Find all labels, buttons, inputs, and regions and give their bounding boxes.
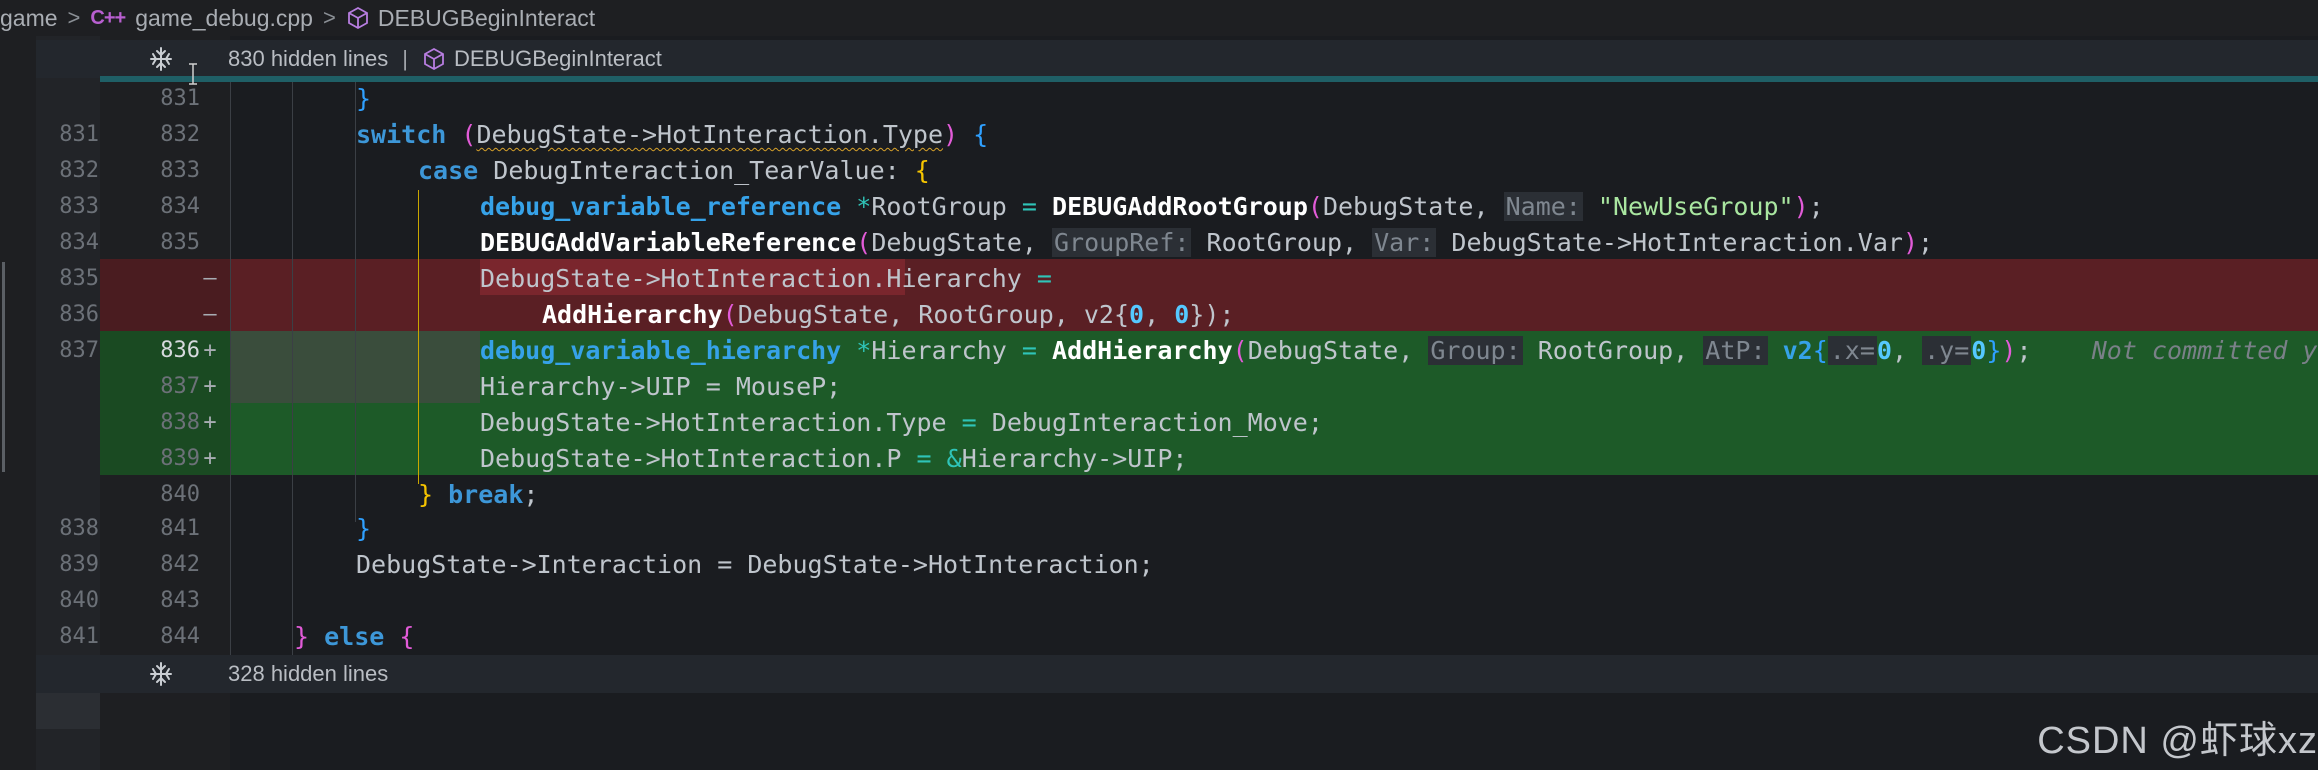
breadcrumb-game[interactable]: game [0, 5, 58, 32]
modified-line-number: 831 [160, 86, 200, 111]
original-line-number: 834 [59, 230, 99, 255]
inlay-hint: Group: [1428, 336, 1523, 365]
diff-add-marker: + [203, 374, 217, 399]
change-bar [2, 262, 5, 472]
fold-symbol[interactable]: DEBUGBeginInteract [454, 46, 662, 72]
indent-guide [292, 82, 293, 656]
original-line-number: 839 [59, 552, 99, 577]
indent-guide-active [418, 190, 419, 484]
code-line-added[interactable]: DebugState->HotInteraction.Type = DebugI… [480, 405, 1323, 440]
chevron-right-icon: > [322, 5, 336, 30]
modified-line-number: 844 [160, 624, 200, 649]
code-line[interactable]: DebugState->Interaction = DebugState->Ho… [356, 547, 1154, 582]
inlay-hint: GroupRef: [1052, 228, 1192, 257]
code-line[interactable]: } [356, 81, 371, 116]
modified-line-number: 838 [160, 410, 200, 435]
code-line-added[interactable]: Hierarchy->UIP = MouseP; [480, 369, 841, 404]
inlay-hint: Name: [1503, 192, 1583, 221]
original-line-number: 831 [59, 122, 99, 147]
diff-remove-marker: — [203, 266, 217, 291]
cpp-file-icon: C++ [90, 6, 126, 29]
modified-line-number: 841 [160, 516, 200, 541]
code-line-removed[interactable]: AddHierarchy(DebugState, RootGroup, v2{0… [542, 297, 1234, 332]
code-line[interactable]: } else { [294, 619, 414, 654]
original-line-number: 833 [59, 194, 99, 219]
diff-remove-marker: — [203, 302, 217, 327]
watermark: CSDN @虾球xz [2037, 720, 2318, 762]
original-line-number: 841 [59, 624, 99, 649]
code-line[interactable]: } [356, 511, 371, 546]
original-line-number: 838 [59, 516, 99, 541]
code-line[interactable]: DEBUGAddVariableReference(DebugState, Gr… [480, 225, 1933, 260]
code-line-added[interactable]: debug_variable_hierarchy *Hierarchy = Ad… [480, 333, 2318, 368]
diff-add-marker: + [203, 410, 217, 435]
code-line[interactable]: } break; [418, 477, 538, 512]
gutter-block [36, 693, 100, 729]
code-line-added[interactable]: DebugState->HotInteraction.P = &Hierarch… [480, 441, 1187, 476]
unfold-icon[interactable] [148, 46, 174, 72]
modified-line-number: 832 [160, 122, 200, 147]
inlay-hint: Var: [1372, 228, 1437, 257]
breadcrumb: game > C++ game_debug.cpp > DEBUGBeginIn… [0, 0, 2318, 36]
code-line[interactable]: case DebugInteraction_TearValue: { [418, 153, 930, 188]
chevron-right-icon: > [67, 5, 81, 30]
unfold-icon[interactable] [148, 661, 174, 687]
original-line-number: 832 [59, 158, 99, 183]
code-line[interactable]: debug_variable_reference *RootGroup = DE… [480, 189, 1824, 224]
breadcrumb-symbol[interactable]: DEBUGBeginInteract [346, 5, 595, 32]
hidden-lines-count[interactable]: 830 hidden lines [228, 46, 388, 72]
modified-line-number: 839 [160, 446, 200, 471]
modified-line-number: 836 [160, 338, 200, 363]
original-line-number: 837 [59, 338, 99, 363]
hidden-lines-fold-bottom[interactable]: 328 hidden lines [36, 655, 2318, 693]
hidden-lines-fold-top[interactable]: 830 hidden lines | DEBUGBeginInteract [36, 40, 2318, 78]
original-line-number: 836 [59, 302, 99, 327]
code-line-removed[interactable]: DebugState->HotInteraction.Hierarchy = [480, 261, 1052, 296]
modified-line-number: 842 [160, 552, 200, 577]
modified-line-number: 835 [160, 230, 200, 255]
inlay-hint: AtP: [1703, 336, 1768, 365]
diff-add-marker: + [203, 338, 217, 363]
method-cube-icon [347, 6, 368, 30]
fold-accent-line [100, 76, 2318, 82]
fold-separator: | [402, 46, 408, 71]
original-line-number: 835 [59, 266, 99, 291]
original-line-number: 840 [59, 588, 99, 613]
modified-line-number: 837 [160, 374, 200, 399]
modified-line-number: 834 [160, 194, 200, 219]
modified-line-number: 840 [160, 482, 200, 507]
modified-line-number: 833 [160, 158, 200, 183]
method-cube-icon [424, 47, 444, 71]
diff-add-marker: + [203, 446, 217, 471]
left-strip [0, 36, 36, 770]
code-line[interactable]: switch (DebugState->HotInteraction.Type)… [356, 117, 988, 152]
modified-line-number: 843 [160, 588, 200, 613]
hidden-lines-count[interactable]: 328 hidden lines [228, 661, 388, 687]
breadcrumb-file[interactable]: C++ game_debug.cpp [90, 5, 313, 32]
indent-guide [230, 82, 231, 656]
blame-annotation: Not committed yet [2091, 336, 2318, 365]
